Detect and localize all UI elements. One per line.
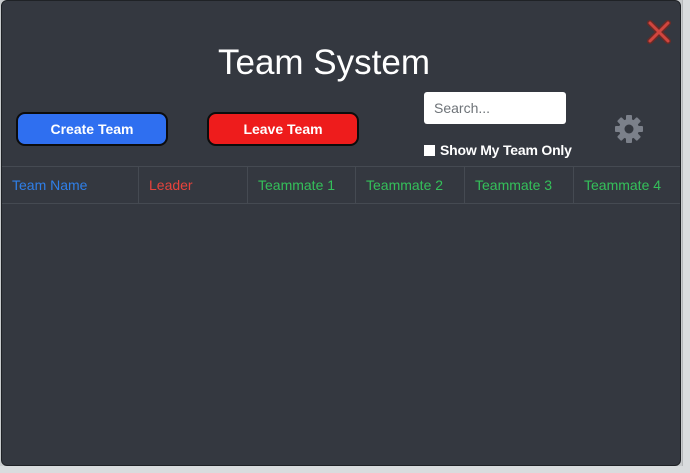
gear-icon: [615, 115, 643, 143]
team-table-body: [2, 204, 680, 465]
show-my-team-filter[interactable]: Show My Team Only: [424, 141, 572, 159]
column-teammate-4[interactable]: Teammate 4: [574, 167, 680, 203]
column-teammate-1[interactable]: Teammate 1: [248, 167, 356, 203]
create-team-button[interactable]: Create Team: [16, 112, 168, 146]
search-input[interactable]: [424, 92, 566, 124]
checkbox-icon[interactable]: [424, 144, 435, 156]
column-leader[interactable]: Leader: [139, 167, 248, 203]
bottom-border: [0, 466, 690, 473]
close-button[interactable]: [646, 19, 672, 45]
leave-team-button[interactable]: Leave Team: [207, 112, 359, 146]
column-teammate-3[interactable]: Teammate 3: [465, 167, 574, 203]
right-border: [682, 0, 690, 473]
team-system-window: Team System Create Team Leave Team Show …: [1, 0, 681, 466]
page-title: Team System: [218, 43, 430, 82]
column-team-name[interactable]: Team Name: [2, 167, 139, 203]
team-table-header: Team Name Leader Teammate 1 Teammate 2 T…: [2, 166, 680, 204]
column-teammate-2[interactable]: Teammate 2: [356, 167, 465, 203]
close-icon: [647, 20, 671, 44]
settings-button[interactable]: [614, 114, 644, 144]
filter-label: Show My Team Only: [440, 142, 572, 158]
